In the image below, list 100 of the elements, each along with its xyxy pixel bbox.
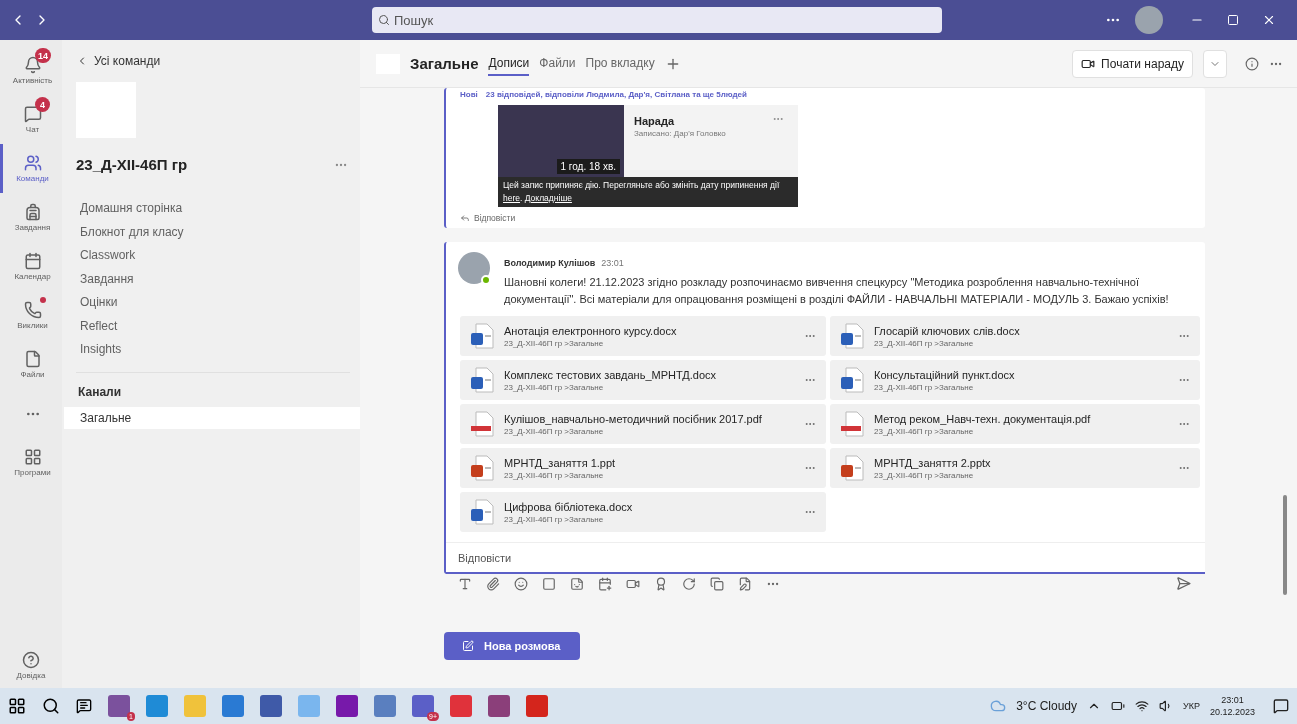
word-document-icon — [840, 323, 864, 349]
file-location: 23_Д-XII-46П гр >Загальне — [504, 338, 605, 348]
notifications-icon[interactable] — [1273, 698, 1289, 714]
rail-item[interactable]: Довідка — [16, 651, 46, 688]
channel-title: Загальне — [410, 55, 479, 72]
rail-item[interactable]: Завдання — [0, 193, 62, 242]
file-card[interactable]: Глосарій ключових слів.docx 23_Д-XII-46П гр >Загальне — [830, 316, 1200, 356]
team-nav-item[interactable]: Завдання — [80, 271, 360, 289]
format-icon[interactable] — [458, 576, 472, 591]
file-name: Цифрова бібліотека.docx — [504, 500, 634, 513]
file-card[interactable]: МРНТД_заняття 2.pptx 23_Д-XII-46П гр >Загальне — [830, 448, 1200, 488]
wifi-icon[interactable] — [1135, 699, 1149, 713]
praise-icon[interactable] — [654, 576, 668, 591]
file-card[interactable]: Консультаційний пункт.docx 23_Д-XII-46П гр >Загальне — [830, 360, 1200, 400]
back-link[interactable]: Усі команди — [64, 54, 360, 68]
people-icon — [23, 154, 42, 172]
search-icon — [378, 14, 390, 26]
file-location: 23_Д-XII-46П гр >Загальне — [874, 426, 975, 436]
file-name: Анотація електронного курсу.docx — [504, 324, 678, 337]
tab[interactable]: Дописи — [488, 51, 530, 76]
start-icon[interactable] — [8, 697, 26, 715]
link[interactable]: Докладніше — [524, 193, 572, 203]
reply-field[interactable]: Відповісти — [446, 542, 1205, 574]
file-location: 23_Д-XII-46П гр >Загальне — [874, 338, 975, 348]
reply-arrow-icon — [460, 213, 470, 223]
battery-icon[interactable] — [1111, 699, 1125, 713]
tab[interactable]: Про вкладку — [585, 51, 655, 76]
apps-icon — [23, 448, 42, 466]
expiry-notice: Цей запис припиняє дію. Перегляньте або змініть дату припинення дії here. Докладніше — [498, 177, 798, 207]
message-time: 23:01 — [601, 258, 624, 268]
file-name: МРНТД_заняття 1.ppt — [504, 456, 617, 469]
team-nav-item[interactable]: Reflect — [80, 318, 360, 336]
search-icon[interactable] — [42, 697, 60, 715]
recording-card[interactable]: 1 год. 18 хв. Нарада Записано: Дар'я Головко Цей запис припиняє дію. Перегляньте або змініть дату припинення дії here. Докладніше — [498, 105, 798, 207]
note-icon[interactable] — [738, 576, 752, 591]
start-meeting-button[interactable]: Почати нараду — [1072, 49, 1193, 78]
team-nav-item[interactable]: Insights — [80, 342, 360, 360]
new-conversation-button[interactable]: Нова розмова — [444, 632, 580, 660]
new-label: Нові — [460, 90, 478, 99]
presentation-icon — [840, 455, 864, 481]
file-name: Глосарій ключових слів.docx — [874, 324, 1021, 337]
chat-icon — [23, 105, 42, 123]
file-card[interactable]: Цифрова бібліотека.docx 23_Д-XII-46П гр >Загальне — [460, 492, 826, 532]
taskbar-app-icon[interactable] — [488, 695, 510, 717]
channel-item[interactable]: Загальне — [64, 406, 360, 429]
team-nav-item[interactable]: Блокнот для класу — [80, 224, 360, 242]
sticker-icon[interactable] — [570, 576, 584, 591]
team-nav-item[interactable]: Домашня сторінка — [80, 201, 360, 219]
team-nav-item[interactable]: Classwork — [80, 248, 360, 266]
tab[interactable]: Файли — [539, 51, 576, 76]
attach-icon[interactable] — [486, 576, 500, 591]
section-title: Канали — [77, 383, 123, 399]
file-name: Кулішов_навчально-методичний посібник 2017.pdf — [504, 412, 763, 425]
file-location: 23_Д-XII-46П гр >Загальне — [504, 514, 605, 524]
file-location: 23_Д-XII-46П гр >Загальне — [504, 470, 605, 480]
copy-icon[interactable] — [710, 576, 724, 591]
send-icon[interactable] — [1176, 576, 1191, 591]
team-name: 23_Д-XII-46П гр — [76, 156, 188, 173]
pdf-document-icon — [470, 411, 494, 437]
link[interactable]: here — [503, 193, 520, 203]
schedule-icon[interactable] — [598, 576, 612, 591]
file-card[interactable]: Кулішов_навчально-методичний посібник 2017.pdf 23_Д-XII-46П гр >Загальне — [460, 404, 826, 444]
duration-label: 1 год. 18 хв. — [556, 159, 620, 174]
language-indicator[interactable]: УКР — [1183, 701, 1200, 711]
phone-icon — [23, 301, 42, 319]
reply-link[interactable]: Відповісти — [446, 207, 1205, 228]
file-card[interactable]: МРНТД_заняття 1.ppt 23_Д-XII-46П гр >Загальне — [460, 448, 826, 488]
user-avatar[interactable] — [1135, 6, 1163, 34]
replies-summary[interactable]: 23 відповідей, відповіли Людмила, Дар'я, Світлана та ще 5людей — [485, 90, 747, 99]
backpack-icon — [23, 203, 42, 221]
file-card[interactable]: Метод реком_Навч-техн. документація.pdf 23_Д-XII-46П гр >Загальне — [830, 404, 1200, 444]
recording-title: Нарада — [634, 114, 676, 127]
message-text: Шановні колеги! 21.12.2023 згідно розкладу розпочинаємо вивчення спецкурсу "Методика розроблення навчально-технічної документації". Всі матеріали для опрацювання розміщені в розділі ФАЙЛИ - НАВЧАЛЬНІ МАТЕРІАЛИ - МОДУЛЬ 3. Бажаю успіхів! — [504, 275, 1170, 307]
team-nav-item[interactable]: Оцінки — [80, 295, 360, 313]
search-field[interactable]: Пошук — [372, 7, 942, 33]
file-name: Комплекс тестових завдань_МРНТД.docx — [504, 368, 718, 381]
rail-item[interactable]: Програми — [0, 438, 62, 487]
rail-item[interactable]: Активність 14 — [0, 46, 62, 95]
file-card[interactable]: Анотація електронного курсу.docx 23_Д-XII-46П гр >Загальне — [460, 316, 826, 356]
loop-icon[interactable] — [682, 576, 696, 591]
clock[interactable]: 23:01 20.12.2023 — [1209, 695, 1255, 717]
emoji-icon[interactable] — [514, 576, 528, 591]
maximize-icon[interactable] — [1227, 14, 1239, 26]
info-icon[interactable] — [1245, 56, 1259, 71]
close-icon[interactable] — [1262, 13, 1276, 27]
file-location: 23_Д-XII-46П гр >Загальне — [504, 382, 605, 392]
weather-text[interactable]: 3°C Cloudy — [1016, 699, 1077, 713]
rail-item[interactable]: Виклики — [0, 291, 62, 340]
compose-icon — [462, 640, 474, 652]
file-name: Метод реком_Навч-техн. документація.pdf — [874, 412, 1092, 425]
word-document-icon — [470, 499, 494, 525]
file-icon — [23, 350, 42, 368]
file-location: 23_Д-XII-46П гр >Загальне — [874, 382, 975, 392]
rail-item[interactable]: Чат 4 — [0, 95, 62, 144]
file-card[interactable]: Комплекс тестових завдань_МРНТД.docx 23_Д-XII-46П гр >Загальне — [460, 360, 826, 400]
word-document-icon — [470, 367, 494, 393]
word-document-icon — [840, 367, 864, 393]
rail-item[interactable]: Файли — [0, 340, 62, 389]
notification-badge: 4 — [35, 97, 50, 112]
rail-item[interactable]: Календар — [0, 242, 62, 291]
